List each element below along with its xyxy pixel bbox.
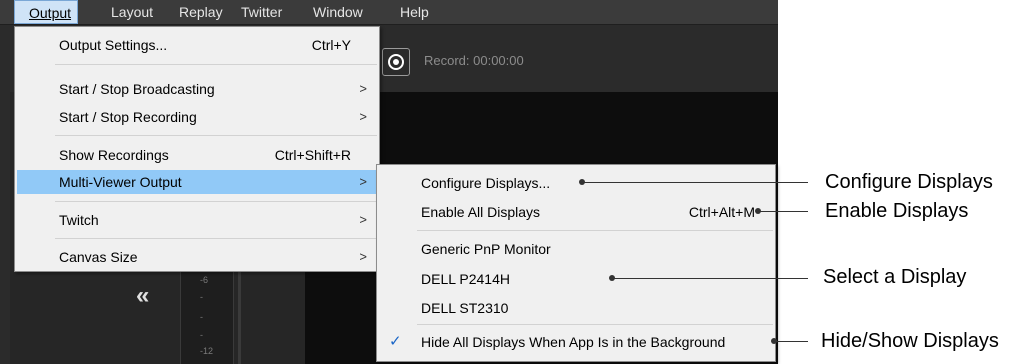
menu-item-shortcut: Ctrl+Y <box>311 37 351 53</box>
meter-tick: -12 <box>200 346 214 356</box>
menu-output[interactable]: Output <box>14 0 78 24</box>
menu-item-shortcut: Ctrl+Alt+M <box>688 204 755 220</box>
menu-item-label: Enable All Displays <box>421 204 541 220</box>
menu-item-show-recordings[interactable]: Show Recordings Ctrl+Shift+R <box>17 143 377 167</box>
meter-tick: - <box>200 312 203 322</box>
menu-item-label: Generic PnP Monitor <box>421 241 551 257</box>
menu-item-label: DELL ST2310 <box>421 300 509 316</box>
meter-tick: - <box>200 330 203 340</box>
callout-select-display: Select a Display <box>823 266 967 288</box>
menu-item-canvas-size[interactable]: Canvas Size > <box>17 245 377 269</box>
callout-enable-displays: Enable Displays <box>825 200 969 222</box>
callout-line <box>582 182 808 183</box>
menu-twitter[interactable]: Twitter <box>241 0 282 24</box>
menu-item-start-stop-recording[interactable]: Start / Stop Recording > <box>17 105 377 129</box>
menu-separator <box>55 238 377 239</box>
menu-item-configure-displays[interactable]: Configure Displays... <box>379 171 773 195</box>
menu-layout[interactable]: Layout <box>111 0 153 24</box>
menu-item-label: Multi-Viewer Output <box>59 174 182 190</box>
menu-item-start-stop-broadcasting[interactable]: Start / Stop Broadcasting > <box>17 77 377 101</box>
menu-item-label: Output Settings... <box>59 37 168 53</box>
callout-line <box>774 341 808 342</box>
meter-tick: -6 <box>200 275 209 285</box>
menu-item-label: Start / Stop Recording <box>59 109 197 125</box>
chevron-right-icon: > <box>359 249 367 264</box>
meter-tick: - <box>200 292 203 302</box>
menu-separator <box>55 64 377 65</box>
menu-separator <box>417 230 773 231</box>
menu-item-enable-all-displays[interactable]: Enable All Displays Ctrl+Alt+M <box>379 200 773 224</box>
menu-item-label: DELL P2414H <box>421 271 510 287</box>
menu-help[interactable]: Help <box>400 0 429 24</box>
chevron-right-icon: > <box>359 109 367 124</box>
menu-separator <box>417 324 773 325</box>
menu-item-display-dell-st2310[interactable]: DELL ST2310 <box>379 296 773 320</box>
chevron-right-icon: > <box>359 212 367 227</box>
menu-item-label: Configure Displays... <box>421 175 551 191</box>
chevron-right-icon: > <box>359 174 367 189</box>
menu-separator <box>55 135 377 136</box>
checkmark-icon: ✓ <box>389 333 402 350</box>
collapse-icon[interactable]: « <box>136 282 149 310</box>
menu-item-twitch[interactable]: Twitch > <box>17 208 377 232</box>
menu-separator <box>55 201 377 202</box>
menu-item-output-settings[interactable]: Output Settings... Ctrl+Y <box>17 33 377 57</box>
menu-replay[interactable]: Replay <box>179 0 223 24</box>
callout-hide-show-displays: Hide/Show Displays <box>821 330 999 352</box>
record-timer: Record: 00:00:00 <box>424 53 524 68</box>
menu-bar: Output Layout Replay Twitter Window Help <box>0 0 778 25</box>
callout-line <box>758 211 808 212</box>
chevron-right-icon: > <box>359 81 367 96</box>
output-menu: Output Settings... Ctrl+Y Start / Stop B… <box>14 26 380 272</box>
menu-item-shortcut: Ctrl+Shift+R <box>274 147 351 163</box>
menu-output-label: Output <box>29 5 72 21</box>
record-button[interactable] <box>382 48 410 76</box>
menu-window[interactable]: Window <box>313 0 363 24</box>
callout-line <box>612 278 808 279</box>
record-dot <box>393 59 399 65</box>
menu-item-label: Start / Stop Broadcasting <box>59 81 215 97</box>
menu-item-hide-all-displays[interactable]: ✓ Hide All Displays When App Is in the B… <box>379 330 773 354</box>
callout-configure-displays: Configure Displays <box>825 171 993 193</box>
menu-item-label: Canvas Size <box>59 249 138 265</box>
menu-item-multi-viewer-output[interactable]: Multi-Viewer Output > <box>17 170 377 194</box>
multiviewer-submenu: Configure Displays... Enable All Display… <box>376 164 776 362</box>
menu-item-label: Twitch <box>59 212 99 228</box>
menu-item-display-generic-pnp[interactable]: Generic PnP Monitor <box>379 237 773 261</box>
menu-item-display-dell-p2414h[interactable]: DELL P2414H <box>379 267 773 291</box>
menu-item-label: Hide All Displays When App Is in the Bac… <box>421 334 726 350</box>
menu-item-label: Show Recordings <box>59 147 169 163</box>
